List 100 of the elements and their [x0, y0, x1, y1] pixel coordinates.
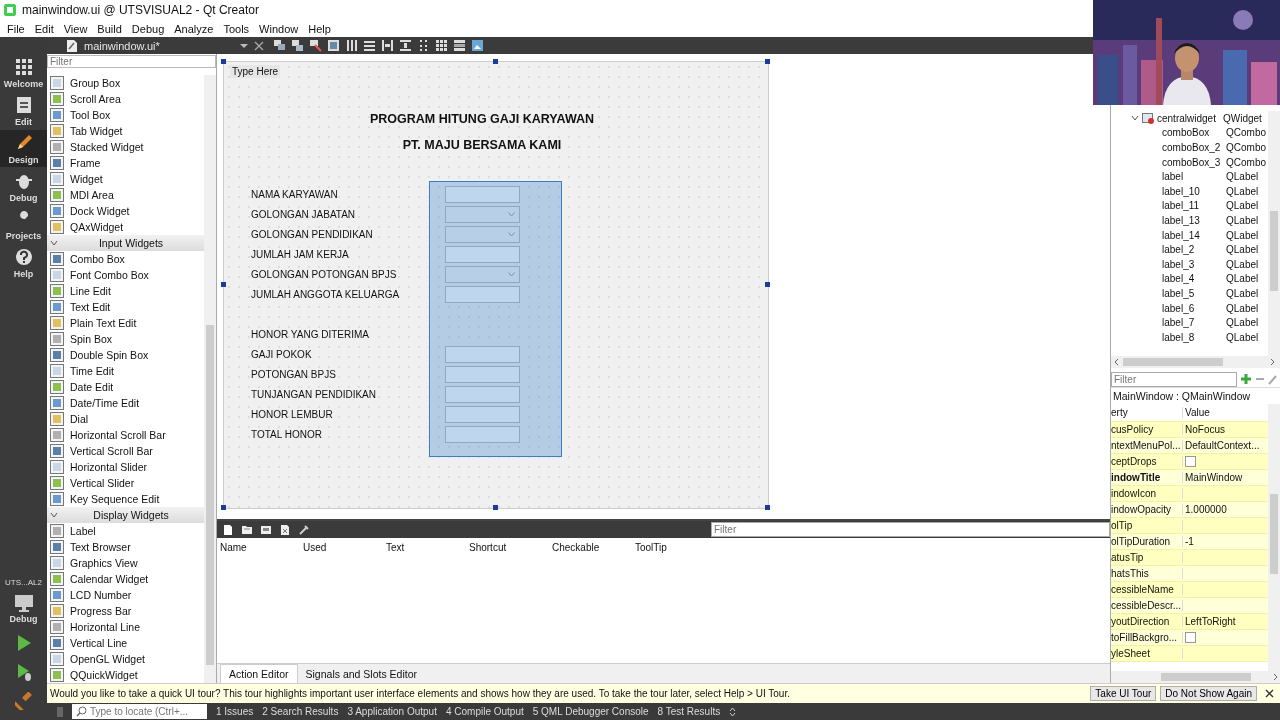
category-header[interactable]: Input Widgets: [47, 235, 204, 251]
combo-box[interactable]: [445, 225, 520, 243]
object-name[interactable]: label_11: [1111, 200, 1226, 212]
object-name[interactable]: label_10: [1111, 185, 1226, 197]
mode-button[interactable]: Debug: [0, 168, 47, 205]
scrollbar-thumb[interactable]: [1270, 494, 1278, 574]
widget-item[interactable]: Group Box: [47, 75, 204, 91]
object-name[interactable]: centralwidget: [1157, 112, 1220, 124]
widget-item[interactable]: Key Sequence Edit: [47, 491, 204, 507]
filter-field[interactable]: Filter: [711, 522, 1110, 537]
line-edit[interactable]: [445, 385, 520, 403]
widget-item[interactable]: Vertical Slider: [47, 475, 204, 491]
resize-handle[interactable]: [493, 505, 498, 510]
menu-item[interactable]: Tools: [218, 22, 255, 35]
widget-item[interactable]: Label: [47, 523, 204, 539]
widget-item[interactable]: Tool Box: [47, 107, 204, 123]
resize-handle[interactable]: [221, 282, 226, 287]
object-name[interactable]: label_13: [1111, 214, 1226, 226]
output-pane-button[interactable]: 3 Application Output: [347, 706, 437, 717]
output-pane-button[interactable]: 5 QML Debugger Console: [532, 706, 649, 717]
output-pane-button[interactable]: 2 Search Results: [262, 706, 339, 717]
line-edit[interactable]: [445, 405, 520, 423]
widget-item[interactable]: Double Spin Box: [47, 347, 204, 363]
widget-item[interactable]: QQuickWidget: [47, 667, 204, 683]
property-value[interactable]: LeftToRight: [1185, 616, 1236, 627]
resize-handle[interactable]: [221, 505, 226, 510]
project-name[interactable]: UTS...AL2: [5, 578, 42, 587]
widget-item[interactable]: Vertical Scroll Bar: [47, 443, 204, 459]
object-name[interactable]: label_3: [1111, 258, 1226, 270]
mode-button[interactable]: Help: [0, 244, 47, 281]
widget-item[interactable]: Line Edit: [47, 283, 204, 299]
scrollbar-thumb[interactable]: [206, 325, 214, 665]
tour-button[interactable]: Take UI Tour: [1090, 686, 1157, 701]
column-header[interactable]: Used: [303, 541, 386, 553]
line-edit[interactable]: [445, 365, 520, 383]
column-header[interactable]: Shortcut: [469, 541, 552, 553]
object-name[interactable]: comboBox_2: [1111, 142, 1226, 153]
widget-item[interactable]: Date Edit: [47, 379, 204, 395]
widget-item[interactable]: Horizontal Slider: [47, 459, 204, 475]
scrollbar-thumb[interactable]: [1270, 211, 1278, 291]
widget-item[interactable]: Dock Widget: [47, 203, 204, 219]
widget-item[interactable]: Scroll Area: [47, 91, 204, 107]
document-tab[interactable]: mainwindow.ui*: [84, 39, 234, 52]
widget-item[interactable]: Text Browser: [47, 539, 204, 555]
menu-item[interactable]: Analyze: [169, 22, 219, 35]
resize-handle[interactable]: [221, 59, 226, 64]
property-value[interactable]: -1: [1185, 536, 1194, 547]
object-name[interactable]: comboBox_3: [1111, 156, 1226, 168]
mode-button[interactable]: Design: [0, 130, 47, 167]
widget-item[interactable]: Spin Box: [47, 331, 204, 347]
widget-item[interactable]: OpenGL Widget: [47, 651, 204, 667]
output-pane-button[interactable]: 1 Issues: [216, 706, 254, 717]
combo-box[interactable]: [445, 265, 520, 283]
widget-item[interactable]: Calendar Widget: [47, 571, 204, 587]
object-name[interactable]: label_8: [1111, 331, 1226, 343]
menu-item[interactable]: Edit: [29, 22, 59, 35]
filter-field[interactable]: Filter: [47, 55, 216, 68]
object-name[interactable]: label_7: [1111, 317, 1226, 329]
line-edit[interactable]: [445, 185, 520, 203]
filter-field[interactable]: Filter: [1111, 371, 1237, 387]
menu-item[interactable]: Help: [303, 22, 336, 35]
object-name[interactable]: label_2: [1111, 244, 1226, 256]
mode-button[interactable]: Edit: [0, 92, 47, 129]
widget-item[interactable]: Vertical Line: [47, 635, 204, 651]
widget-item[interactable]: Dial: [47, 411, 204, 427]
menu-item[interactable]: Build: [92, 22, 127, 35]
column-header[interactable]: Text: [386, 541, 469, 553]
object-name[interactable]: label: [1111, 171, 1226, 183]
combo-box[interactable]: [445, 205, 520, 223]
menu-item[interactable]: View: [58, 22, 93, 35]
resize-handle[interactable]: [493, 59, 498, 64]
widget-item[interactable]: LCD Number: [47, 587, 204, 603]
object-name[interactable]: label_6: [1111, 302, 1226, 314]
line-edit[interactable]: [445, 345, 520, 363]
property-value[interactable]: MainWindow: [1185, 472, 1243, 483]
column-header[interactable]: ToolTip: [635, 541, 718, 553]
mode-button[interactable]: Welcome: [0, 54, 47, 91]
output-pane-button[interactable]: 4 Compile Output: [445, 706, 524, 717]
category-header[interactable]: Display Widgets: [47, 507, 204, 523]
menu-item[interactable]: Debug: [126, 22, 170, 35]
property-value[interactable]: NoFocus: [1185, 424, 1225, 435]
column-header[interactable]: Checkable: [552, 541, 635, 553]
widget-item[interactable]: Frame: [47, 155, 204, 171]
tour-button[interactable]: Do Not Show Again: [1160, 686, 1257, 701]
kit-selector[interactable]: Debug: [9, 590, 38, 627]
resize-handle[interactable]: [765, 282, 770, 287]
widget-item[interactable]: Widget: [47, 171, 204, 187]
column-header[interactable]: erty: [1111, 407, 1183, 418]
widget-item[interactable]: Tab Widget: [47, 123, 204, 139]
widget-item[interactable]: Horizontal Scroll Bar: [47, 427, 204, 443]
line-edit[interactable]: [445, 285, 520, 303]
property-value[interactable]: DefaultContext...: [1185, 440, 1260, 451]
widget-item[interactable]: Combo Box: [47, 251, 204, 267]
resize-handle[interactable]: [765, 505, 770, 510]
widget-item[interactable]: Time Edit: [47, 363, 204, 379]
widget-item[interactable]: Progress Bar: [47, 603, 204, 619]
widget-item[interactable]: Stacked Widget: [47, 139, 204, 155]
widget-item[interactable]: Text Edit: [47, 299, 204, 315]
menu-item[interactable]: Window: [254, 22, 304, 35]
object-name[interactable]: label_5: [1111, 287, 1226, 299]
